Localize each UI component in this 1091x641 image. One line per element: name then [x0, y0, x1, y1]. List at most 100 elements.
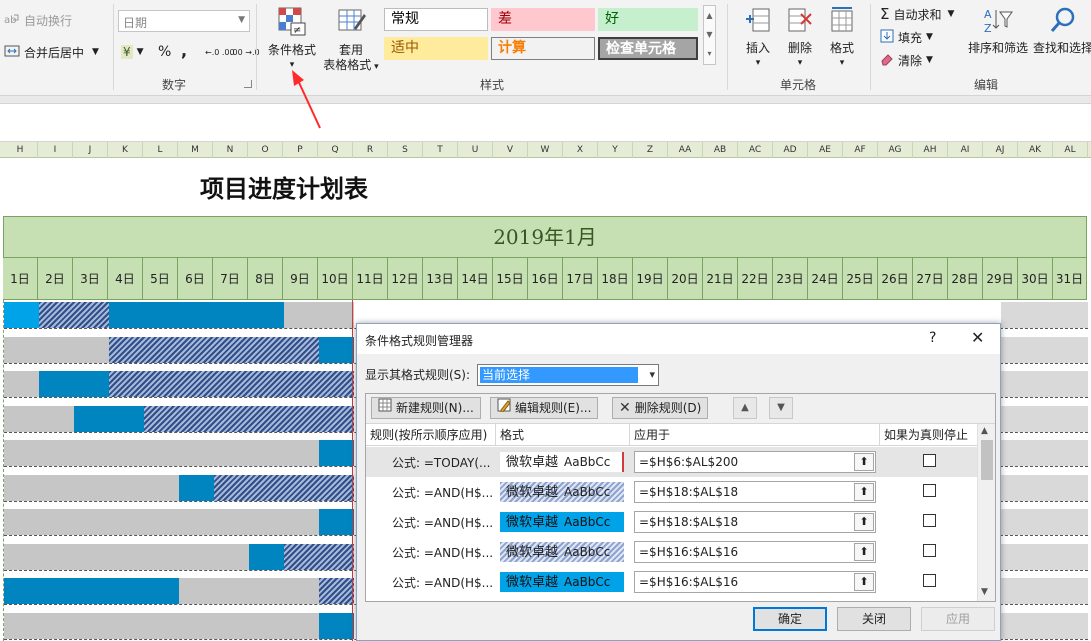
- column-header[interactable]: Z: [633, 142, 668, 158]
- column-header[interactable]: L: [143, 142, 178, 158]
- cell-style-swatch[interactable]: 适中: [384, 37, 488, 60]
- scroll-thumb[interactable]: [981, 440, 993, 480]
- sort-filter-button[interactable]: AZ 排序和筛选: [966, 6, 1030, 56]
- rule-row[interactable]: 公式: =AND(H$... 微软卓越 AaBbCc =$H$18:$AL$18 ⬆: [366, 507, 977, 537]
- rule-row[interactable]: 公式: =AND(H$... 微软卓越 AaBbCc =$H$16:$AL$16 ⬆: [366, 567, 977, 597]
- rule-row[interactable]: 公式: =TODAY(... 微软卓越 AaBbCc =$H$6:$AL$200 ⬆: [366, 447, 977, 477]
- column-header[interactable]: I: [38, 142, 73, 158]
- gantt-bar-segment: [1001, 440, 1088, 466]
- find-select-button[interactable]: 查找和选择: [1032, 6, 1091, 56]
- applies-to-input[interactable]: =$H$18:$AL$18: [634, 481, 876, 503]
- delete-cells-icon: [780, 6, 820, 38]
- column-header[interactable]: U: [458, 142, 493, 158]
- column-header[interactable]: AL: [1053, 142, 1088, 158]
- help-icon[interactable]: ?: [929, 330, 936, 346]
- cell-style-swatch[interactable]: 好: [598, 8, 698, 31]
- cell-style-swatch[interactable]: 差: [491, 8, 595, 31]
- merge-center-button[interactable]: 合并后居中 ▼: [4, 42, 99, 62]
- format-button[interactable]: 格式 ▾: [822, 6, 862, 71]
- column-header[interactable]: Y: [598, 142, 633, 158]
- applies-to-input[interactable]: =$H$16:$AL$16: [634, 541, 876, 563]
- column-header[interactable]: AE: [808, 142, 843, 158]
- new-rule-button[interactable]: 新建规则(N)...: [371, 397, 481, 419]
- column-header[interactable]: R: [353, 142, 388, 158]
- column-header[interactable]: AB: [703, 142, 738, 158]
- column-header[interactable]: M: [178, 142, 213, 158]
- column-header[interactable]: AI: [948, 142, 983, 158]
- range-picker-icon[interactable]: ⬆: [854, 543, 874, 561]
- column-header[interactable]: AC: [738, 142, 773, 158]
- column-header[interactable]: Q: [318, 142, 353, 158]
- format-preview-sample: AaBbCc: [564, 455, 611, 469]
- column-header[interactable]: AG: [878, 142, 913, 158]
- ok-button[interactable]: 确定: [753, 607, 827, 631]
- chevron-down-icon[interactable]: ▼: [92, 47, 99, 57]
- clear-button[interactable]: 清除 ▼: [880, 50, 933, 70]
- edit-rule-button[interactable]: 编辑规则(E)...: [490, 397, 599, 419]
- gallery-scroll[interactable]: ▲ ▼ ▾: [703, 5, 716, 65]
- rule-row[interactable]: 公式: =AND(H$... 微软卓越 AaBbCc =$H$18:$AL$18 ⬆: [366, 477, 977, 507]
- decrease-decimal-button[interactable]: .00 →.0: [230, 42, 260, 62]
- stop-if-true-checkbox[interactable]: [923, 544, 936, 557]
- applies-to-input[interactable]: =$H$16:$AL$16: [634, 571, 876, 593]
- rule-formula: 公式: =AND(H$...: [392, 486, 494, 500]
- number-launcher-icon[interactable]: [244, 80, 252, 88]
- column-header[interactable]: V: [493, 142, 528, 158]
- column-header[interactable]: S: [388, 142, 423, 158]
- scroll-up-icon[interactable]: ▲: [981, 426, 988, 436]
- rules-scrollbar[interactable]: ▲ ▼: [977, 424, 995, 601]
- move-down-button[interactable]: ▼: [769, 397, 793, 419]
- range-picker-icon[interactable]: ⬆: [854, 573, 874, 591]
- cell-style-swatch[interactable]: 检查单元格: [598, 37, 698, 60]
- stop-if-true-checkbox[interactable]: [923, 574, 936, 587]
- column-header[interactable]: T: [423, 142, 458, 158]
- column-header[interactable]: AF: [843, 142, 878, 158]
- cell-style-swatch[interactable]: 计算: [491, 37, 595, 60]
- gantt-bar-segment: [214, 474, 354, 501]
- column-header[interactable]: H: [3, 142, 38, 158]
- delete-button[interactable]: 删除 ▾: [780, 6, 820, 71]
- column-header[interactable]: X: [563, 142, 598, 158]
- column-header[interactable]: J: [73, 142, 108, 158]
- column-header[interactable]: O: [248, 142, 283, 158]
- column-header[interactable]: AH: [913, 142, 948, 158]
- range-picker-icon[interactable]: ⬆: [854, 513, 874, 531]
- applies-to-input[interactable]: =$H$6:$AL$200: [634, 451, 876, 473]
- currency-button[interactable]: ¥ ▼: [121, 42, 144, 62]
- percent-button[interactable]: %: [158, 42, 171, 62]
- cell-style-swatch[interactable]: 常规: [384, 8, 488, 31]
- formula-bar[interactable]: [0, 104, 1091, 142]
- rule-row[interactable]: 公式: =AND(H$... 微软卓越 AaBbCc =$H$16:$AL$16 ⬆: [366, 537, 977, 567]
- scroll-down-icon[interactable]: ▼: [981, 587, 988, 597]
- insert-button[interactable]: 插入 ▾: [738, 6, 778, 71]
- stop-if-true-checkbox[interactable]: [923, 454, 936, 467]
- applies-to-input[interactable]: =$H$18:$AL$18: [634, 511, 876, 533]
- column-header[interactable]: N: [213, 142, 248, 158]
- range-picker-icon[interactable]: ⬆: [854, 483, 874, 501]
- show-rules-select[interactable]: 当前选择 ▾: [477, 364, 659, 386]
- fill-button[interactable]: 填充 ▼: [880, 27, 933, 47]
- increase-decimal-button[interactable]: ←.0 .00: [205, 42, 235, 62]
- day-header-cell: 25日: [843, 258, 878, 300]
- close-button[interactable]: 关闭: [837, 607, 911, 631]
- move-up-button[interactable]: ▲: [733, 397, 757, 419]
- autosum-button[interactable]: Σ 自动求和 ▼: [880, 4, 954, 24]
- range-picker-icon[interactable]: ⬆: [854, 453, 874, 471]
- conditional-format-button[interactable]: ≠ 条件格式 ▾: [264, 6, 320, 73]
- column-header[interactable]: AA: [668, 142, 703, 158]
- column-header[interactable]: P: [283, 142, 318, 158]
- close-icon[interactable]: ✕: [971, 328, 984, 347]
- column-header[interactable]: AJ: [983, 142, 1018, 158]
- number-format-select[interactable]: 日期 ▼: [118, 10, 250, 32]
- column-header[interactable]: AK: [1018, 142, 1053, 158]
- column-header[interactable]: AD: [773, 142, 808, 158]
- column-header[interactable]: K: [108, 142, 143, 158]
- comma-style-button[interactable]: ,: [181, 40, 187, 60]
- wrap-text-button[interactable]: ab 自动换行: [4, 10, 72, 30]
- stop-if-true-checkbox[interactable]: [923, 484, 936, 497]
- format-as-table-button[interactable]: 套用 表格格式 ▾: [320, 6, 382, 75]
- delete-rule-button[interactable]: ✕ 删除规则(D): [612, 397, 709, 419]
- stop-if-true-checkbox[interactable]: [923, 514, 936, 527]
- column-header[interactable]: W: [528, 142, 563, 158]
- apply-button[interactable]: 应用: [921, 607, 995, 631]
